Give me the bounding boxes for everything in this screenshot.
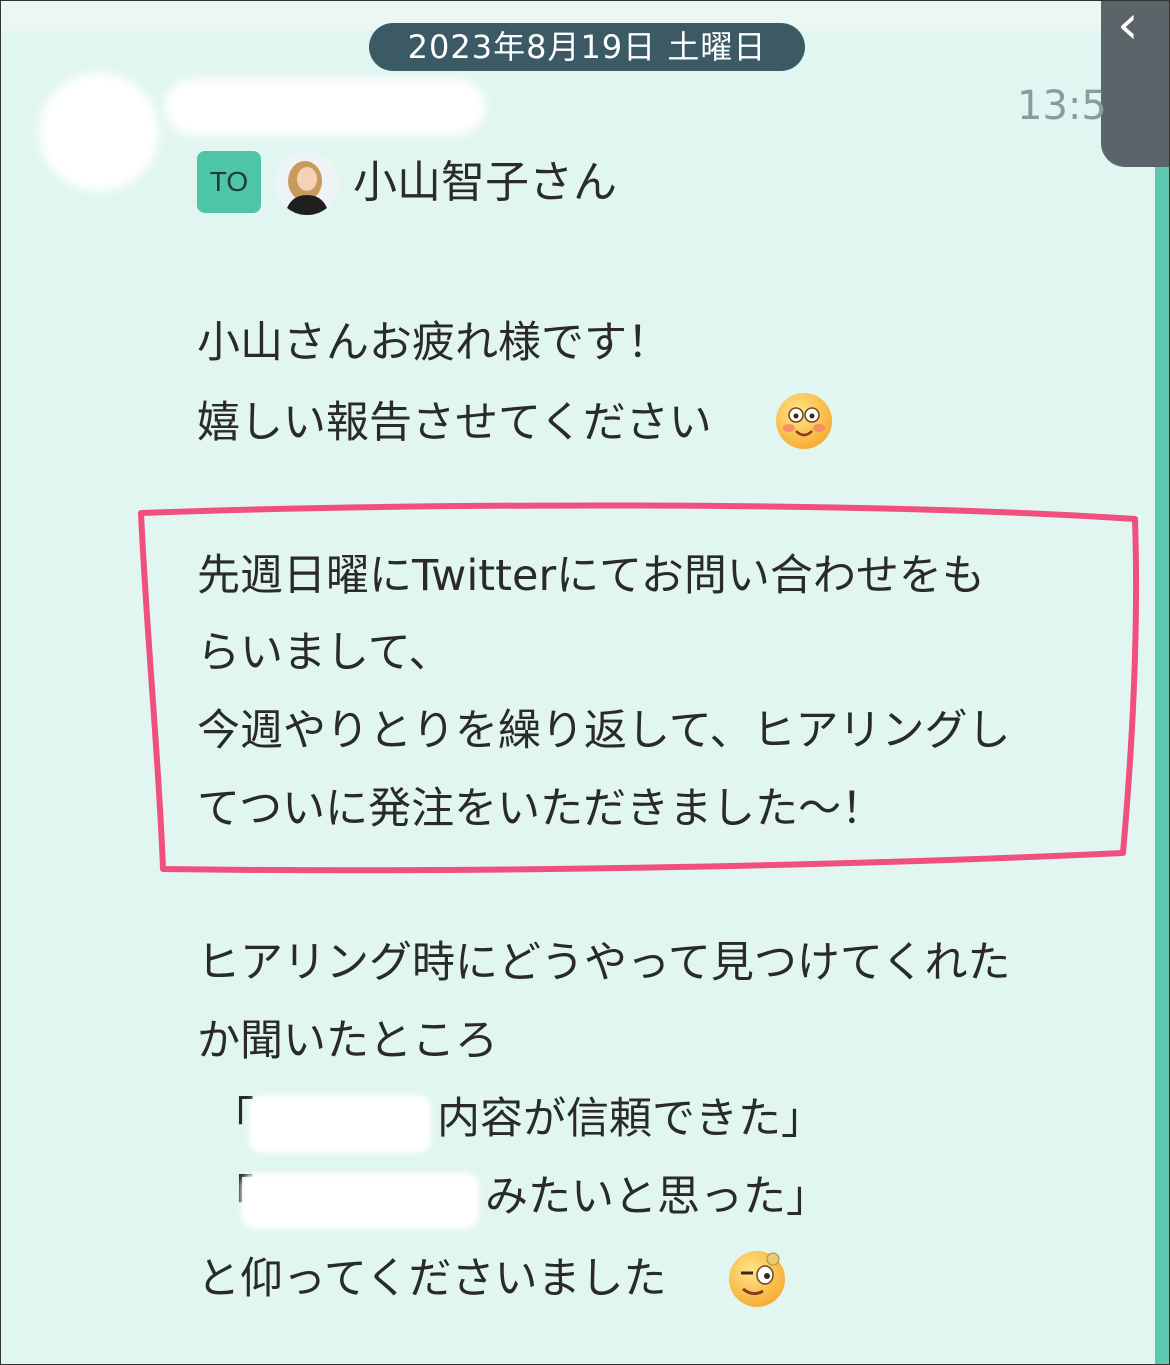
highlight-annotation [138, 502, 1140, 874]
chat-screen: 2023年8月19日 土曜日 ‹ 13:5 TO 小山智子さん 小山さんお疲れ様… [0, 0, 1170, 1365]
